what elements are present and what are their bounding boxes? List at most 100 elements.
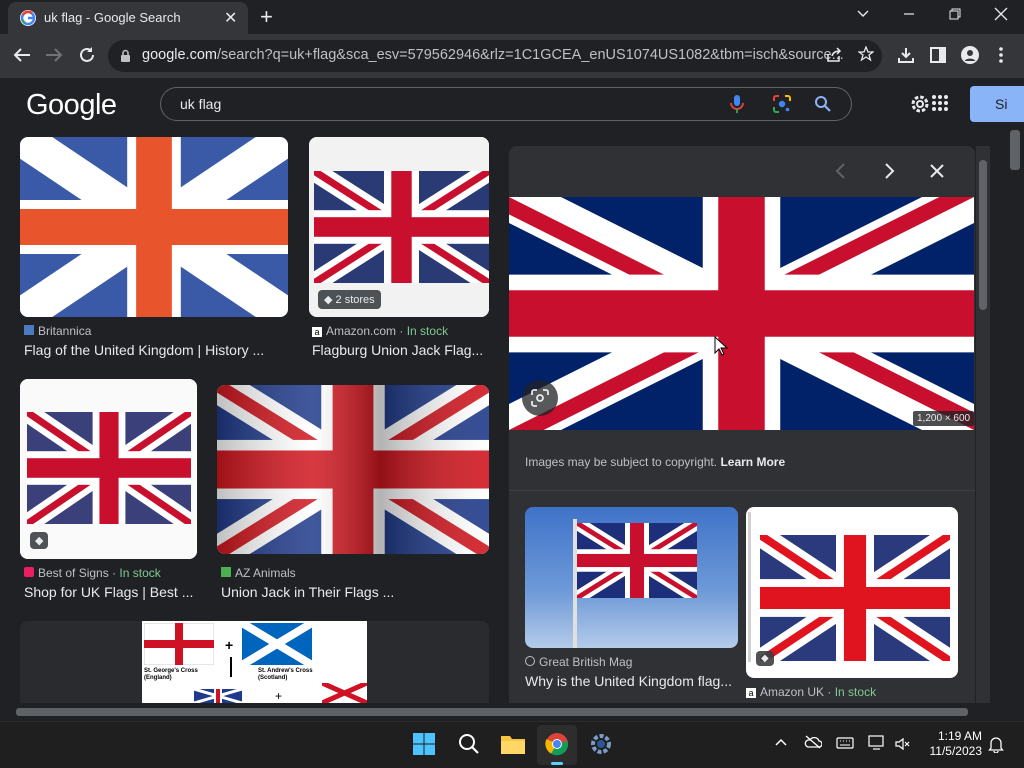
result-source[interactable]: a Amazon UK · In stock [746, 685, 876, 699]
search-box[interactable] [160, 87, 852, 121]
result-source[interactable]: Best of Signs · In stock [24, 566, 161, 580]
result-title[interactable]: Union Jack in Their Flags ... [221, 584, 394, 600]
download-icon[interactable] [897, 46, 915, 64]
union-jack-image [20, 137, 288, 317]
separator: · [399, 324, 404, 338]
lock-icon[interactable] [120, 49, 131, 63]
file-explorer-icon[interactable] [500, 733, 526, 755]
previous-image-icon[interactable] [834, 162, 848, 180]
result-title[interactable]: Flagburg Union Jack Flag... [312, 342, 483, 358]
back-icon[interactable] [13, 47, 31, 63]
browser-tab[interactable]: uk flag - Google Search ✕ [8, 2, 248, 34]
settings-gear-icon[interactable] [909, 93, 931, 115]
tag-icon: ◆ [30, 532, 49, 549]
url-path: /search?q=uk+flag&sca_esv=579562946&rlz=… [216, 47, 844, 63]
scrollbar-thumb[interactable] [16, 708, 968, 716]
preview-image[interactable] [509, 197, 974, 430]
mouse-cursor [714, 336, 728, 356]
apps-grid-icon[interactable] [932, 95, 948, 111]
stock-status: In stock [834, 685, 877, 699]
close-tab-icon[interactable]: ✕ [224, 8, 237, 28]
bestofsigns-logo-icon [24, 567, 34, 577]
onedrive-icon[interactable] [804, 735, 822, 749]
label-text: (Scotland) [258, 675, 288, 681]
label-text: (England) [144, 675, 172, 681]
volume-muted-icon[interactable] [894, 736, 910, 752]
result-title[interactable]: Shop for UK Flags | Best ... [24, 584, 193, 600]
minimize-icon[interactable] [903, 8, 915, 20]
search-input[interactable]: uk flag [180, 96, 221, 112]
voice-search-icon[interactable] [730, 94, 744, 114]
share-icon[interactable] [826, 47, 842, 63]
learn-more-link[interactable]: Learn More [720, 455, 785, 469]
union-jack-image [194, 689, 242, 703]
union-jack-image [577, 523, 697, 598]
result-image-azanimals[interactable] [217, 385, 489, 554]
search-icon[interactable] [814, 95, 832, 113]
google-logo[interactable]: Google [26, 89, 117, 122]
tab-title: uk flag - Google Search [44, 10, 181, 25]
sign-in-button[interactable]: Si [970, 86, 1024, 122]
close-window-icon[interactable] [994, 7, 1008, 21]
union-jack-image [509, 197, 974, 430]
side-panel-icon[interactable] [930, 47, 946, 63]
system-clock[interactable]: 1:19 AM 11/5/2023 [918, 729, 983, 759]
lens-search-icon[interactable] [772, 94, 792, 114]
show-hidden-icons[interactable] [774, 737, 788, 747]
clock-time: 1:19 AM [937, 729, 982, 743]
tab-search-icon[interactable] [856, 6, 870, 20]
result-source[interactable]: Britannica [24, 324, 91, 338]
vertical-scrollbar[interactable] [1006, 130, 1024, 702]
result-title[interactable]: Flag of the United Kingdom | History ... [24, 342, 264, 358]
scrollbar-thumb[interactable] [979, 160, 987, 310]
profile-icon[interactable] [961, 46, 979, 64]
result-title[interactable]: Why is the United Kingdom flag... [525, 673, 732, 689]
notifications-bell-icon[interactable] [988, 735, 1004, 753]
new-tab-button[interactable]: + [260, 4, 280, 29]
reload-icon[interactable] [78, 46, 96, 64]
related-image-amazonuk[interactable]: ◆ [746, 507, 958, 678]
horizontal-scrollbar[interactable] [0, 703, 1006, 721]
britannica-logo-icon [24, 325, 34, 335]
menu-dots-icon[interactable] [999, 47, 1003, 63]
amazon-logo-icon: a [312, 327, 322, 337]
close-panel-icon[interactable] [929, 163, 945, 179]
network-icon[interactable] [868, 735, 886, 751]
plus-sign: + [225, 637, 234, 653]
url-text[interactable]: google.com/search?q=uk+flag&sca_esv=5795… [142, 47, 844, 63]
copyright-text: Images may be subject to copyright. [525, 455, 718, 469]
source-name: Best of Signs [38, 566, 109, 580]
windows-start-icon[interactable] [413, 733, 435, 755]
badge-label: 2 stores [335, 294, 375, 306]
taskbar-search-icon[interactable] [458, 733, 480, 755]
google-favicon-icon [20, 10, 36, 26]
result-source[interactable]: Great British Mag [525, 655, 632, 669]
stores-badge: ◆ 2 stores [318, 290, 381, 309]
source-name: Great British Mag [539, 655, 633, 669]
st-andrews-cross-image [242, 623, 312, 665]
url-domain: google.com [142, 47, 217, 63]
tag-icon: ◆ [324, 294, 336, 306]
arrow-down-icon [230, 657, 232, 677]
result-source[interactable]: a Amazon.com · In stock [312, 324, 448, 338]
restore-icon[interactable] [949, 8, 961, 20]
result-image-britannica[interactable] [20, 137, 288, 317]
scrollbar-thumb[interactable] [1010, 130, 1020, 170]
result-source[interactable]: AZ Animals [221, 566, 296, 580]
taskbar-chrome-active[interactable] [537, 725, 577, 765]
panel-scrollbar[interactable] [976, 146, 990, 703]
lens-search-image-button[interactable] [522, 380, 558, 416]
flag-diagram-image[interactable]: + St. George's Cross (England) St. Andrew… [142, 621, 367, 703]
settings-app-icon[interactable] [589, 732, 613, 756]
next-image-icon[interactable] [882, 162, 896, 180]
forward-icon[interactable] [45, 47, 63, 63]
bookmark-star-icon[interactable] [858, 46, 874, 62]
chrome-icon [545, 733, 569, 756]
plus-sign: + [275, 689, 283, 703]
source-name: AZ Animals [235, 566, 296, 580]
keyboard-icon[interactable] [836, 737, 854, 749]
st-patricks-cross-image [322, 683, 367, 703]
stock-status: In stock [406, 324, 449, 338]
related-image-gbm[interactable] [525, 507, 738, 648]
union-jack-image [217, 385, 489, 554]
